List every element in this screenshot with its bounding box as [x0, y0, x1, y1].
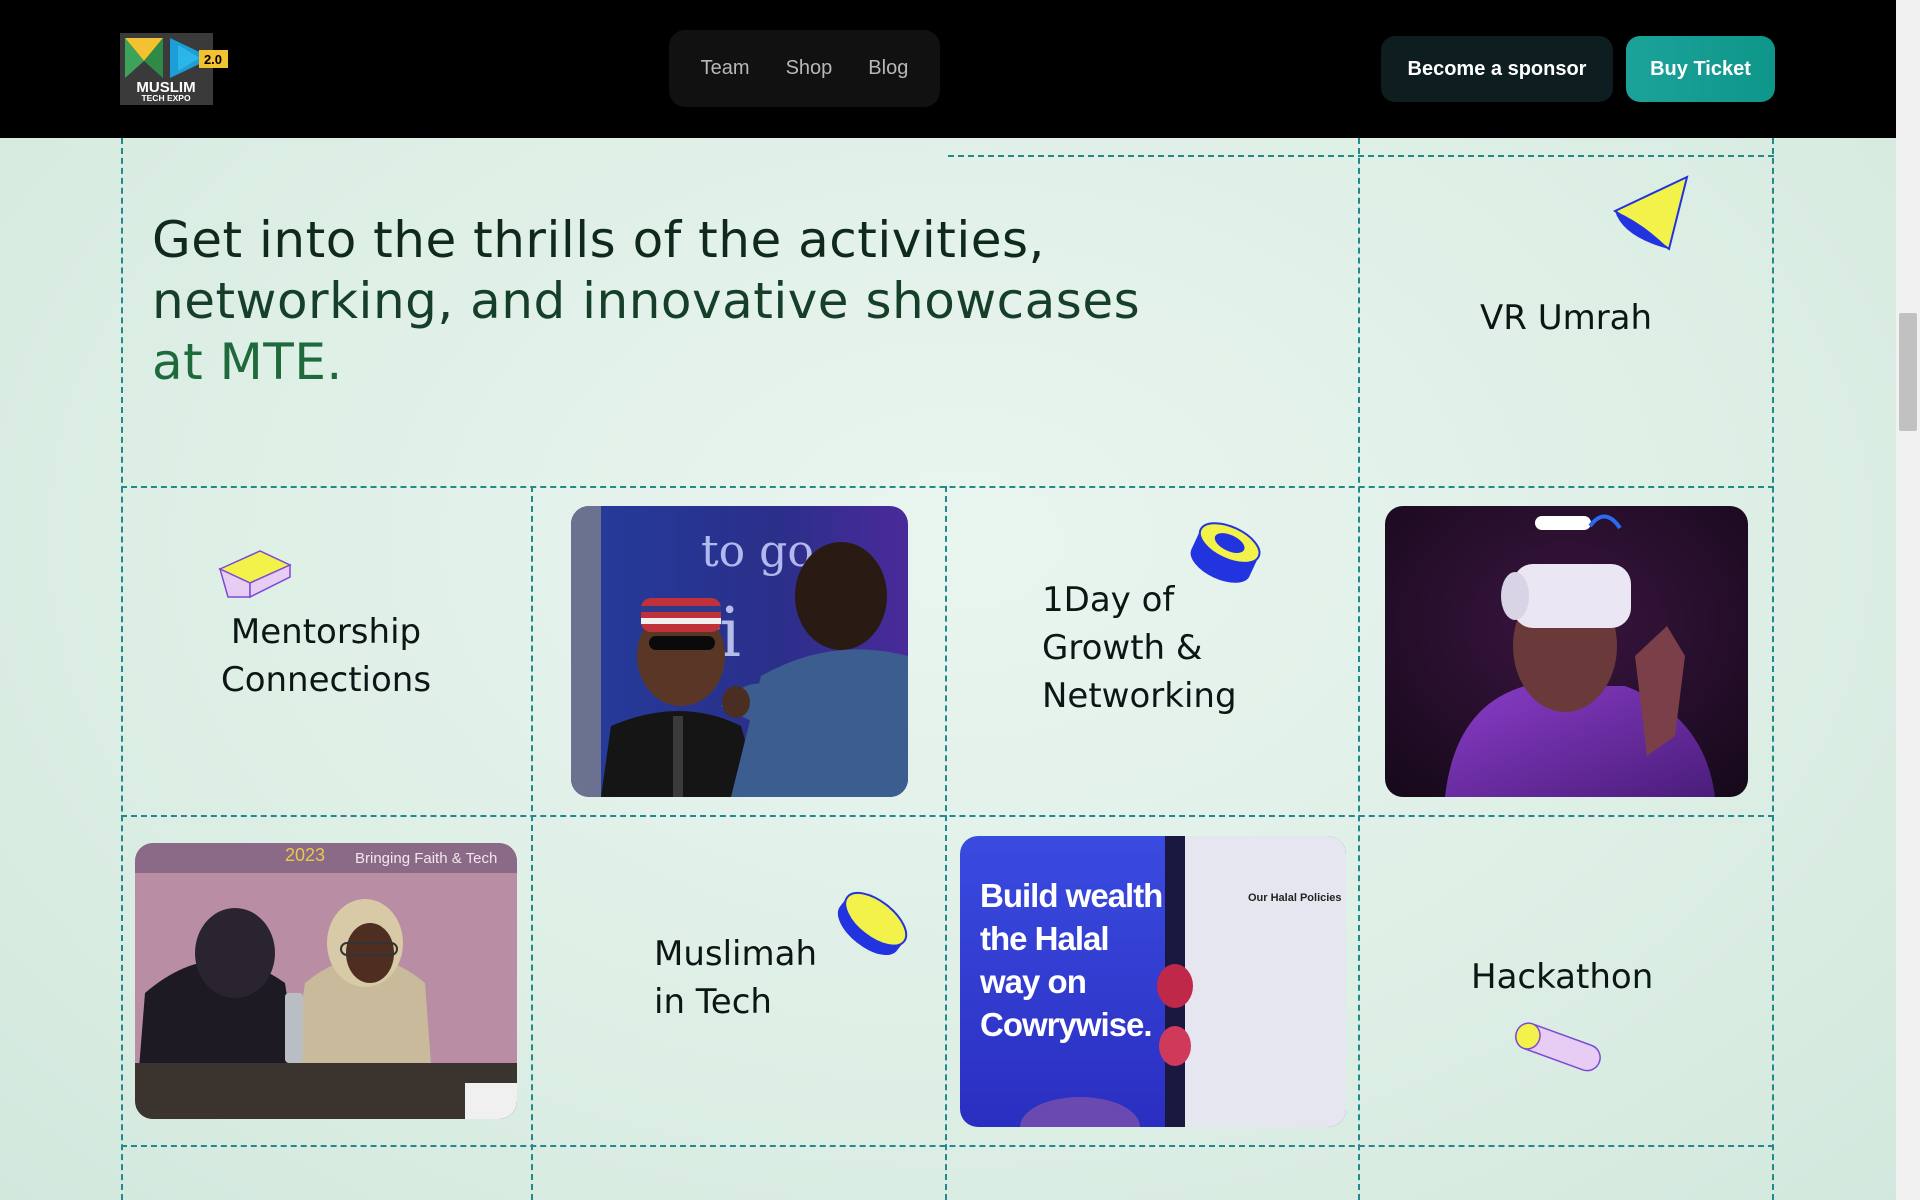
- scrollbar-thumb[interactable]: [1899, 313, 1917, 431]
- cowrywise-banner-photo: Build wealth the Halal way on Cowrywise.…: [960, 836, 1346, 1127]
- site-header: 2.0 MUSLIM TECH EXPO Team Shop Blog Beco…: [0, 0, 1896, 138]
- feature-growth-line2: Growth &: [1042, 628, 1203, 668]
- feature-muslimah-line1: Muslimah: [654, 934, 817, 974]
- feature-growth-line1: 1Day of: [1042, 580, 1175, 620]
- cowrywise-headline: Build wealth the Halal way on Cowrywise.: [980, 874, 1163, 1046]
- feature-growth-line3: Networking: [1042, 676, 1237, 716]
- feature-mentorship-line2: Connections: [220, 660, 432, 700]
- grid-line: [948, 155, 1774, 157]
- event-photo-men: to go Pri: [571, 506, 908, 797]
- cowrywise-panel-title: Our Halal Policies: [1248, 892, 1342, 904]
- logo-subtitle-text: TECH EXPO: [141, 93, 191, 103]
- grid-line: [121, 1145, 1774, 1147]
- grid-line: [121, 138, 123, 1200]
- women-panel-photo: Bringing Faith & Tech 2023: [135, 843, 517, 1119]
- nav-link-blog[interactable]: Blog: [868, 57, 908, 80]
- feature-muslimah-in-tech: Muslimah in Tech: [654, 930, 817, 1026]
- feature-hackathon: Hackathon: [1471, 957, 1654, 997]
- vr-headset-photo: [1385, 506, 1748, 797]
- disc-icon: [837, 891, 908, 956]
- feature-vr-umrah: VR Umrah: [1480, 298, 1653, 338]
- become-sponsor-button[interactable]: Become a sponsor: [1381, 36, 1613, 102]
- cowrywise-line2: the Halal: [980, 920, 1110, 957]
- svg-text:2023: 2023: [285, 845, 325, 865]
- hero-headline: Get into the thrills of the activities, …: [152, 210, 1212, 393]
- grid-line: [945, 486, 947, 1200]
- grid-line: [1772, 138, 1774, 1200]
- nav-link-shop[interactable]: Shop: [786, 57, 833, 80]
- grid-line: [121, 486, 1774, 488]
- cone-icon: [1613, 175, 1689, 251]
- cowrywise-line1: Build wealth: [980, 877, 1163, 914]
- cube-icon: [218, 550, 292, 599]
- muslim-tech-expo-logo[interactable]: 2.0 MUSLIM TECH EXPO: [120, 33, 228, 105]
- feature-mentorship-line1: Mentorship: [230, 612, 422, 652]
- hero-line-1: Get into the thrills of the activities,: [152, 211, 1045, 269]
- cowrywise-line4: Cowrywise.: [980, 1006, 1153, 1043]
- logo-version-text: 2.0: [204, 52, 222, 67]
- grid-line: [531, 486, 533, 1200]
- hero-line-3: at MTE.: [152, 333, 343, 391]
- page-scrollbar[interactable]: [1896, 0, 1920, 1200]
- feature-growth: 1Day of Growth & Networking: [1042, 576, 1237, 720]
- grid-line: [121, 815, 1774, 817]
- buy-ticket-button[interactable]: Buy Ticket: [1626, 36, 1775, 102]
- feature-mentorship: Mentorship Connections: [218, 608, 434, 704]
- main-nav: Team Shop Blog: [669, 30, 940, 107]
- grid-line: [1358, 138, 1360, 1200]
- nav-link-team[interactable]: Team: [701, 57, 750, 80]
- feature-muslimah-line2: in Tech: [654, 982, 772, 1022]
- svg-text:to go: to go: [701, 526, 814, 577]
- svg-text:Bringing Faith & Tech: Bringing Faith & Tech: [355, 850, 497, 867]
- capsule-icon: [1515, 1022, 1601, 1072]
- hero-line-2: networking, and innovative showcases: [152, 272, 1141, 330]
- cowrywise-line3: way on: [980, 963, 1087, 1000]
